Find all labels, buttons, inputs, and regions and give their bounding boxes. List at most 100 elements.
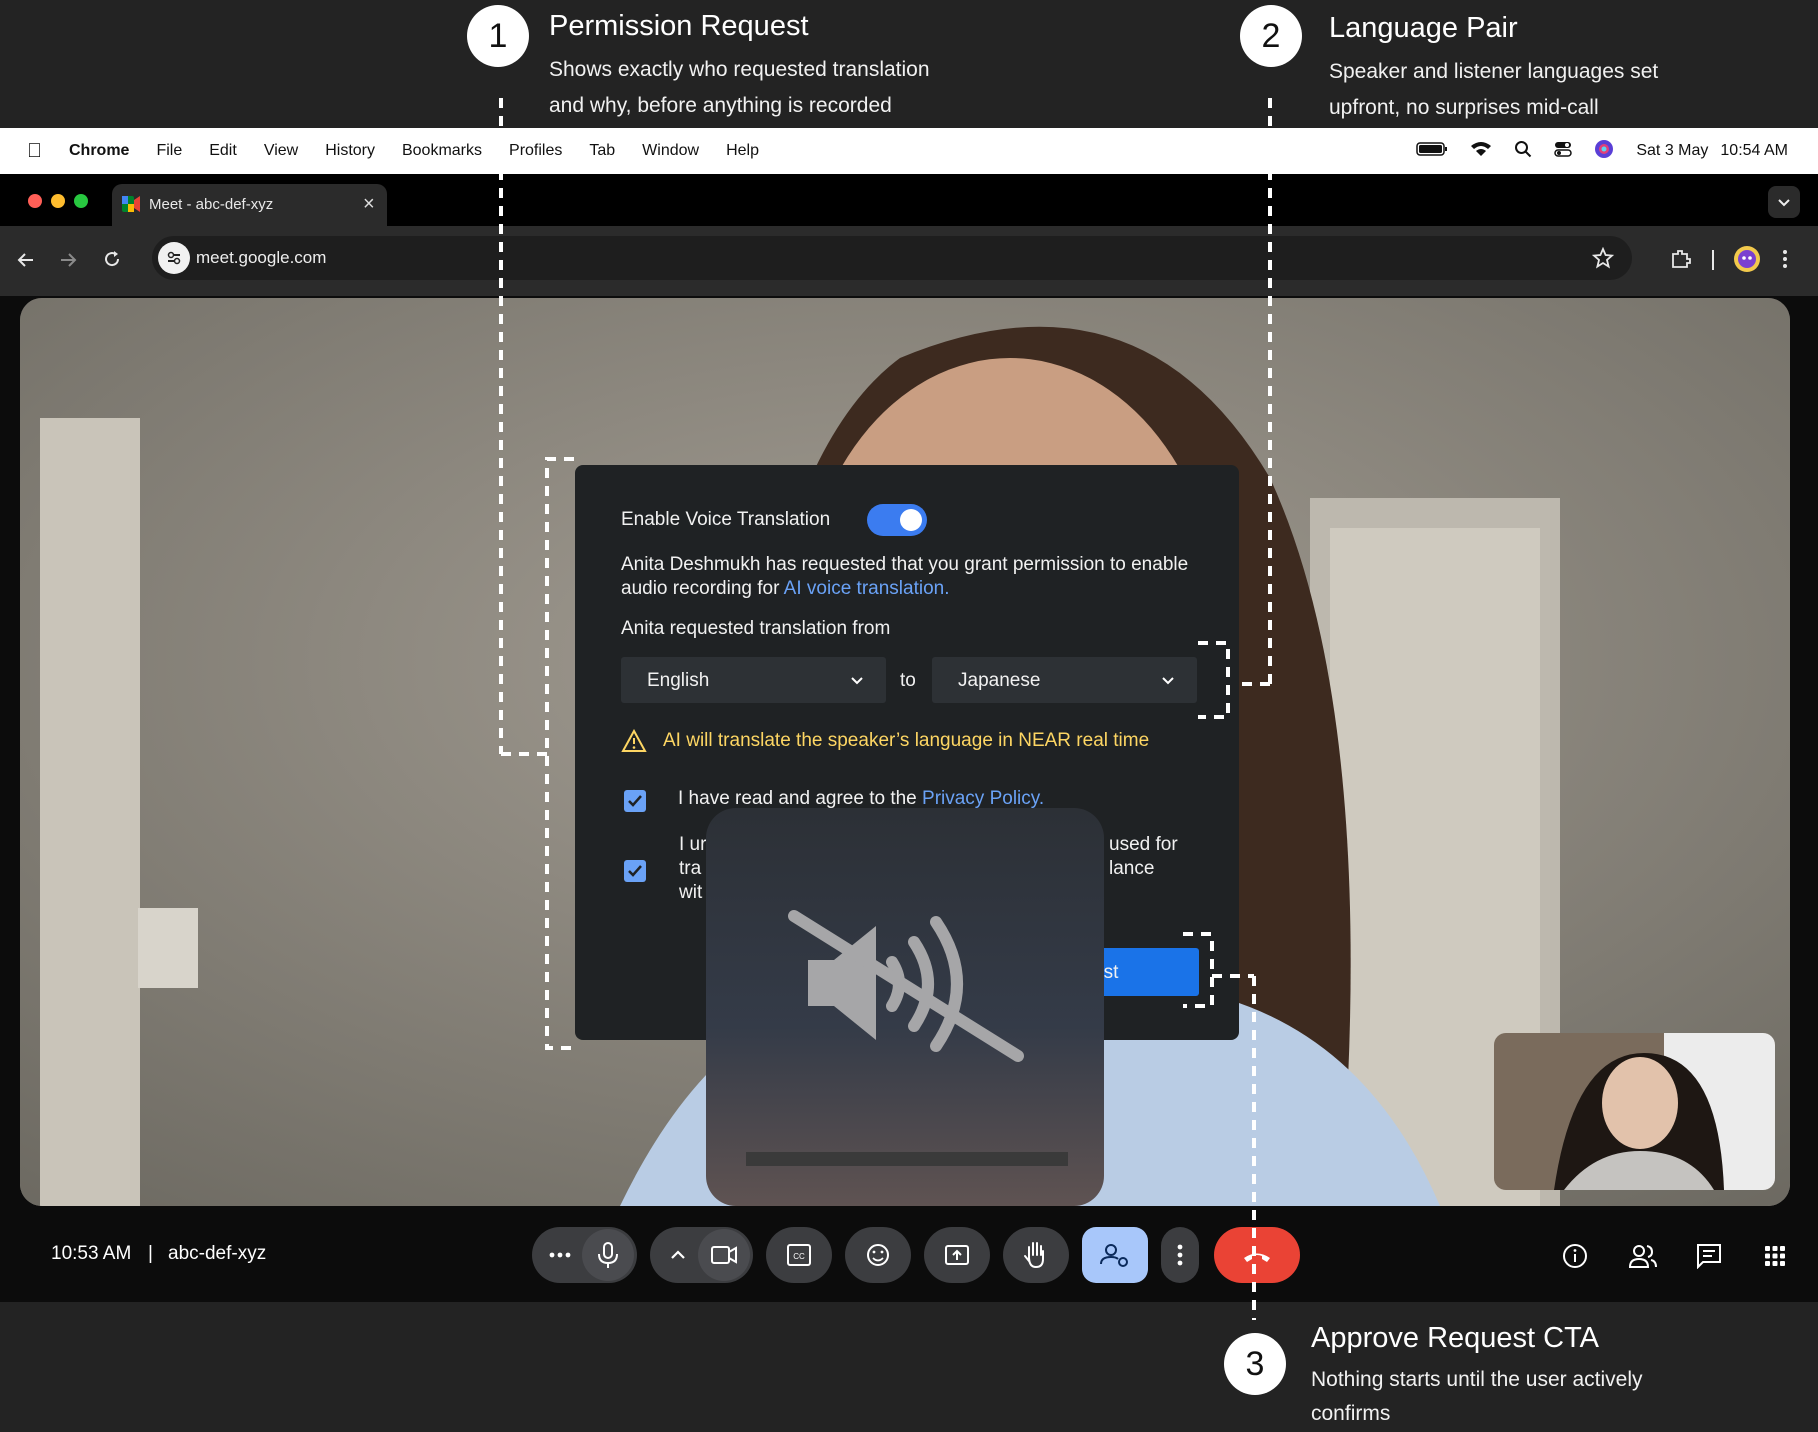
menu-profiles[interactable]: Profiles: [509, 142, 562, 160]
browser-menu-icon[interactable]: [1782, 248, 1788, 275]
menu-help[interactable]: Help: [726, 142, 759, 160]
menubar-date[interactable]: Sat 3 May: [1636, 142, 1708, 160]
chevron-down-icon: [1778, 199, 1790, 207]
hang-up-icon: [1244, 1253, 1270, 1262]
camera-button[interactable]: [698, 1229, 750, 1281]
consent-text-line1-left: I ur: [679, 834, 707, 855]
closed-captions-icon: CC: [787, 1244, 811, 1266]
raise-hand-icon: [1024, 1242, 1044, 1269]
menu-bookmarks[interactable]: Bookmarks: [402, 142, 482, 160]
end-call-button[interactable]: [1214, 1227, 1300, 1283]
video-controls: [650, 1227, 753, 1283]
more-options-button[interactable]: [1161, 1227, 1199, 1283]
forward-arrow-icon[interactable]: [58, 250, 78, 275]
mac-menu-bar:  Chrome File Edit View History Bookmark…: [0, 128, 1818, 174]
spotlight-search-icon[interactable]: [1514, 140, 1532, 163]
present-screen-icon: [945, 1245, 969, 1265]
self-view-tile[interactable]: [1494, 1033, 1775, 1190]
annotation-desc-3a: Nothing starts until the user actively: [1311, 1368, 1643, 1391]
privacy-policy-checkbox[interactable]: [624, 790, 646, 812]
menu-tab[interactable]: Tab: [589, 142, 615, 160]
meeting-code: abc-def-xyz: [168, 1243, 267, 1264]
site-settings-icon[interactable]: [158, 242, 190, 274]
menu-file[interactable]: File: [156, 142, 182, 160]
consent-text-line3-left: wit: [679, 882, 703, 903]
warning-icon: [621, 729, 647, 752]
extensions-icon[interactable]: [1670, 248, 1692, 275]
close-window-button[interactable]: [28, 194, 42, 208]
volume-level-bar: [746, 1152, 1068, 1166]
ai-voice-translation-link[interactable]: AI voice translation.: [784, 578, 950, 599]
video-options-button[interactable]: [658, 1235, 698, 1275]
menu-view[interactable]: View: [264, 142, 298, 160]
control-center-icon[interactable]: [1554, 140, 1573, 163]
meeting-details-icon[interactable]: [1562, 1243, 1588, 1274]
chat-icon[interactable]: [1696, 1243, 1722, 1274]
consent-checkbox[interactable]: [624, 860, 646, 882]
host-controls-button[interactable]: [1082, 1227, 1148, 1283]
menu-app-name[interactable]: Chrome: [69, 142, 129, 160]
zoom-window-button[interactable]: [74, 194, 88, 208]
annotation-title-1: Permission Request: [549, 10, 809, 42]
annotation-badge-2: 2: [1240, 5, 1302, 67]
activities-icon[interactable]: [1764, 1245, 1786, 1272]
people-icon[interactable]: [1628, 1243, 1658, 1274]
reactions-button[interactable]: [845, 1227, 911, 1283]
privacy-policy-text: I have read and agree to the Privacy Pol…: [678, 788, 1044, 810]
microphone-icon: [598, 1242, 618, 1268]
bookmark-star-icon[interactable]: [1591, 246, 1615, 274]
browser-tab[interactable]: Meet - abc-def-xyz ×: [112, 184, 387, 226]
menubar-time[interactable]: 10:54 AM: [1720, 142, 1788, 160]
menu-window[interactable]: Window: [642, 142, 699, 160]
source-language-value: English: [647, 670, 710, 691]
meeting-separator: |: [148, 1243, 153, 1264]
privacy-policy-link[interactable]: Privacy Policy.: [922, 788, 1044, 809]
annotation-title-2: Language Pair: [1329, 12, 1518, 44]
target-language-select[interactable]: Japanese: [932, 657, 1197, 703]
camera-icon: [711, 1246, 737, 1264]
toggle-label: Enable Voice Translation: [621, 509, 831, 530]
translation-from-label: Anita requested translation from: [621, 618, 891, 639]
tab-search-button[interactable]: [1768, 186, 1800, 218]
chevron-down-icon: [851, 677, 863, 685]
raise-hand-button[interactable]: [1003, 1227, 1069, 1283]
reload-icon[interactable]: [102, 249, 122, 274]
annotation-desc-3b: confirms: [1311, 1402, 1391, 1425]
tab-close-icon[interactable]: ×: [363, 193, 375, 216]
back-arrow-icon[interactable]: [16, 250, 36, 275]
annotation-desc-2b: upfront, no surprises mid-call: [1329, 96, 1599, 119]
speaker-muted-icon: [788, 910, 1024, 1062]
battery-icon[interactable]: [1416, 141, 1448, 162]
address-bar[interactable]: meet.google.com: [152, 236, 1632, 280]
more-horizontal-icon: [549, 1252, 571, 1258]
checkmark-icon: [628, 865, 642, 877]
url-text[interactable]: meet.google.com: [196, 248, 326, 268]
consent-text-line2-right: lance: [1109, 858, 1155, 879]
audio-options-button[interactable]: [540, 1235, 580, 1275]
apple-icon[interactable]: : [27, 140, 42, 163]
enable-translation-toggle[interactable]: [867, 504, 927, 536]
annotation-desc-1a: Shows exactly who requested translation: [549, 58, 930, 81]
chevron-up-icon: [671, 1250, 685, 1259]
menu-history[interactable]: History: [325, 142, 375, 160]
tab-strip: Meet - abc-def-xyz ×: [0, 174, 1818, 226]
privacy-agree-text: I have read and agree to the: [678, 788, 917, 809]
self-view-illustration: [1494, 1033, 1775, 1190]
muted-volume-overlay: [706, 808, 1104, 1206]
svg-text:CC: CC: [793, 1252, 805, 1261]
microphone-button[interactable]: [582, 1229, 634, 1281]
meet-favicon-icon: [122, 196, 140, 216]
source-language-select[interactable]: English: [621, 657, 886, 703]
toggle-knob: [900, 509, 922, 531]
meeting-time: 10:53 AM: [51, 1243, 132, 1264]
present-screen-button[interactable]: [924, 1227, 990, 1283]
minimize-window-button[interactable]: [51, 194, 65, 208]
people-settings-icon: [1100, 1244, 1128, 1267]
wifi-icon[interactable]: [1470, 141, 1492, 162]
menu-edit[interactable]: Edit: [209, 142, 237, 160]
toolbar-divider: [1712, 250, 1714, 270]
captions-button[interactable]: CC: [766, 1227, 832, 1283]
profile-avatar[interactable]: [1734, 246, 1760, 272]
consent-text-line2-left: tra: [679, 858, 702, 879]
siri-icon[interactable]: [1594, 139, 1614, 164]
